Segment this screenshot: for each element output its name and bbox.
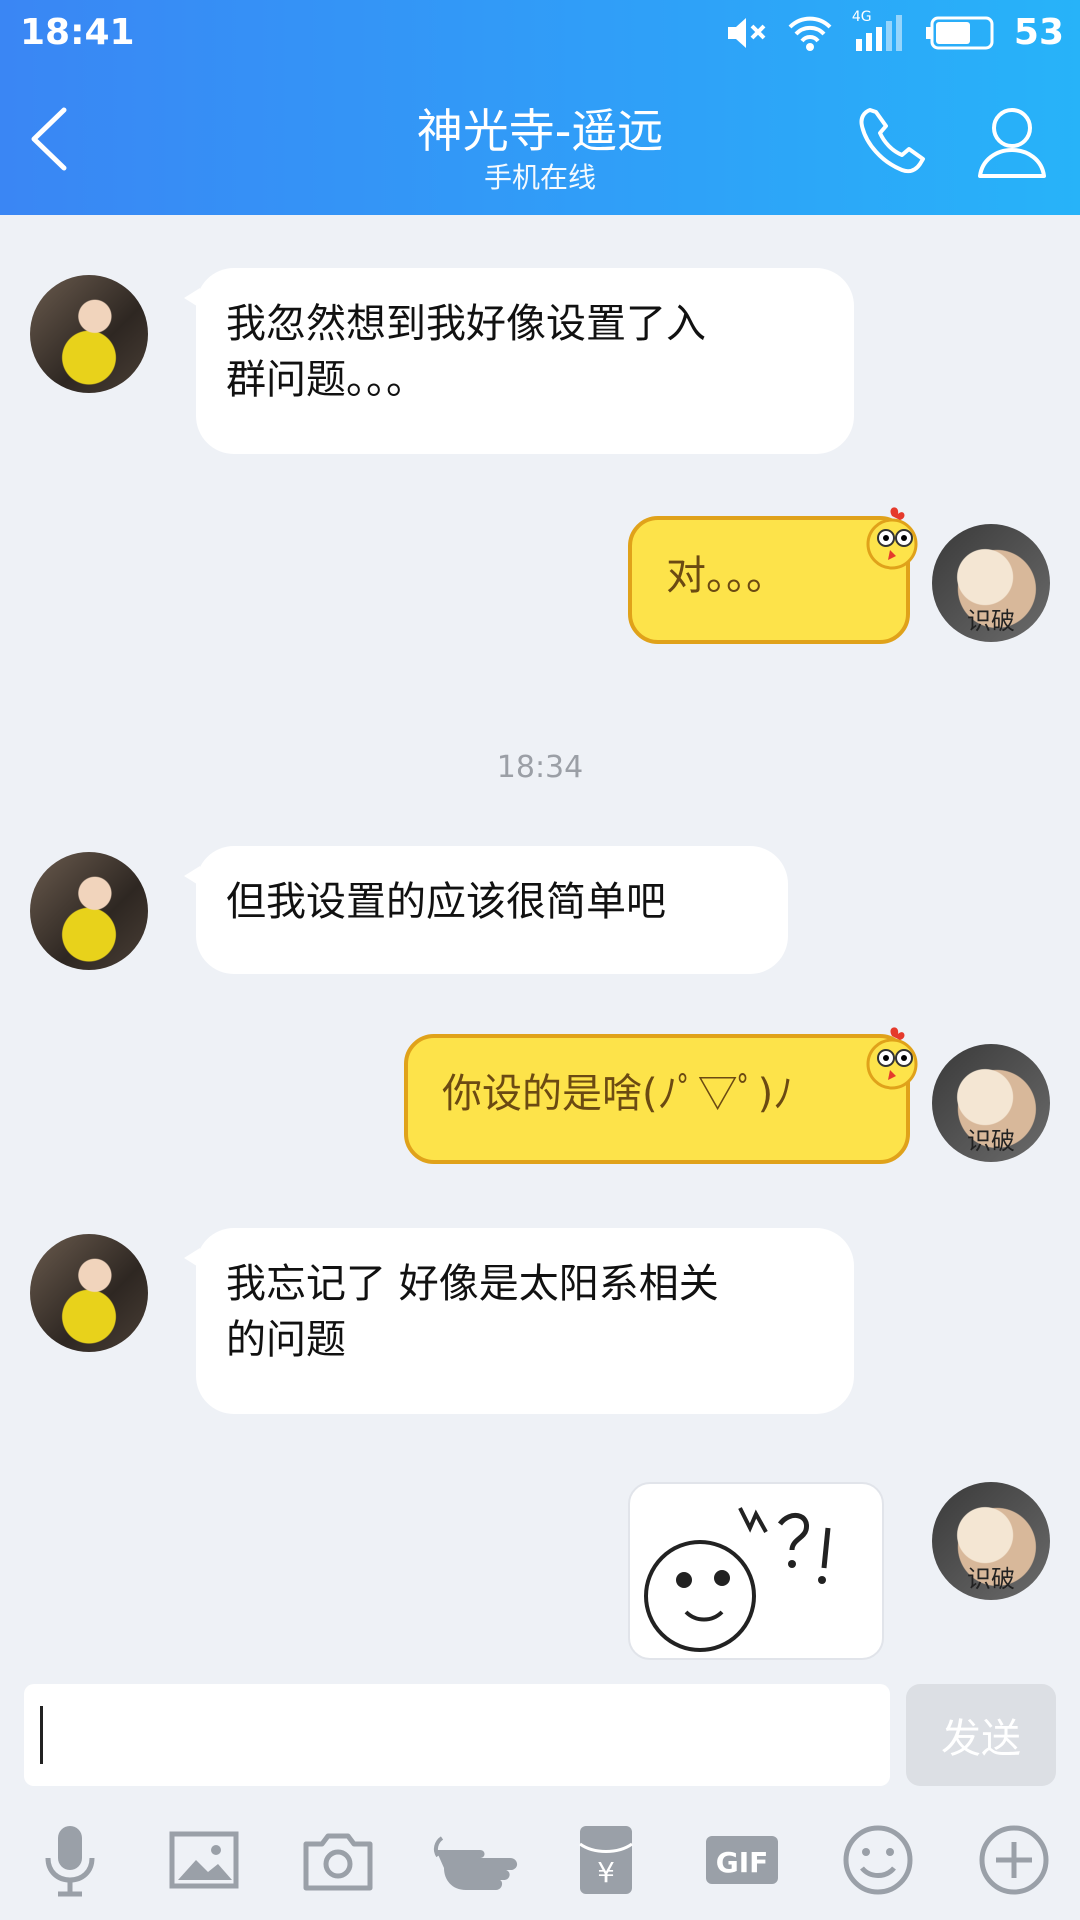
- message-line: 我忽然想到我好像设置了入: [226, 301, 706, 347]
- phone-icon[interactable]: [852, 102, 932, 182]
- message-timestamp: 18:34: [496, 750, 584, 785]
- image-icon[interactable]: [164, 1820, 244, 1900]
- avatar-caption: 识破: [967, 1565, 1015, 1593]
- message-line: 我忘记了 好像是太阳系相关: [226, 1261, 719, 1307]
- avatar-caption: 识破: [967, 1127, 1015, 1155]
- gif-icon[interactable]: GIF: [702, 1820, 782, 1900]
- battery-icon: [925, 16, 994, 49]
- message-text: 但我设置的应该很简单吧: [226, 879, 666, 925]
- my-avatar[interactable]: 识破: [932, 1044, 1050, 1162]
- my-avatar[interactable]: 识破: [932, 524, 1050, 642]
- emoji-icon[interactable]: [838, 1820, 918, 1900]
- wifi-icon: [788, 16, 832, 51]
- chick-decoration-icon: [866, 507, 918, 570]
- signal-icon: 4G: [852, 9, 908, 53]
- status-bar: 18:41 4G 53: [0, 0, 1080, 68]
- message-line: 的问题: [226, 1317, 346, 1363]
- microphone-icon[interactable]: [30, 1820, 110, 1900]
- confused-face-sticker-icon: [644, 1507, 831, 1652]
- red-packet-icon[interactable]: ¥: [566, 1820, 646, 1900]
- red-packet-glyph: ¥: [597, 1856, 615, 1889]
- plus-icon[interactable]: [974, 1820, 1054, 1900]
- text-cursor: [40, 1706, 43, 1764]
- outgoing-message-bubble[interactable]: 你设的是啥(ﾉﾟ▽ﾟ)ﾉ: [404, 1034, 910, 1164]
- sticker-message[interactable]: [628, 1482, 884, 1660]
- poke-hand-icon[interactable]: [432, 1820, 522, 1900]
- battery-level: 53: [1013, 12, 1064, 53]
- input-toolbar: ¥ GIF: [0, 1820, 1080, 1920]
- send-button[interactable]: 发送: [906, 1684, 1056, 1786]
- message-input[interactable]: [24, 1684, 890, 1786]
- message-line: 群问题。。。: [226, 357, 426, 403]
- my-avatar[interactable]: 识破: [932, 1482, 1050, 1600]
- peer-avatar[interactable]: [30, 852, 148, 970]
- incoming-message-bubble[interactable]: 但我设置的应该很简单吧: [184, 846, 788, 974]
- camera-icon[interactable]: [298, 1820, 378, 1900]
- incoming-message-bubble[interactable]: 我忘记了 好像是太阳系相关 的问题: [184, 1228, 854, 1414]
- status-time: 18:41: [20, 12, 135, 53]
- avatar-caption: 识破: [967, 607, 1015, 635]
- incoming-message-bubble[interactable]: 我忽然想到我好像设置了入 群问题。。。: [184, 268, 854, 454]
- chat-header: 18:41 4G 53 神光寺-遥远 手机在线: [0, 0, 1080, 215]
- peer-avatar[interactable]: [30, 275, 148, 393]
- status-icons: 4G 53: [724, 9, 1064, 53]
- peer-avatar[interactable]: [30, 1234, 148, 1352]
- profile-icon[interactable]: [976, 102, 1048, 182]
- message-text: 对。。。: [666, 553, 786, 599]
- chick-decoration-icon: [866, 1027, 918, 1090]
- mute-icon: [727, 17, 766, 48]
- gif-label: GIF: [716, 1846, 769, 1879]
- message-text: 你设的是啥(ﾉﾟ▽ﾟ)ﾉ: [442, 1071, 794, 1117]
